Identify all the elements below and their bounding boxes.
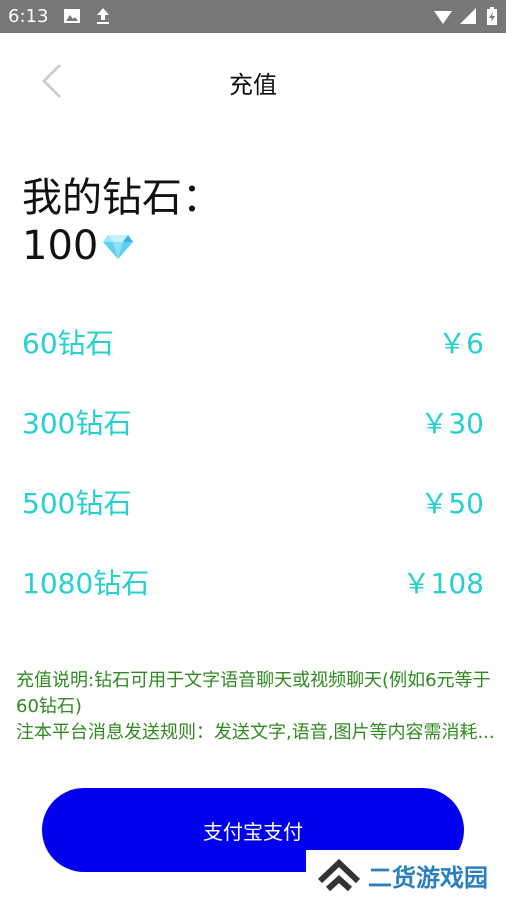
app-bar: 充值 [0, 33, 506, 133]
balance-label: 我的钻石： [22, 175, 222, 221]
package-label: 60钻石 [22, 327, 114, 360]
status-bar: 6:13 [0, 0, 506, 33]
package-option-1080[interactable]: 1080钻石 ￥108 [22, 557, 484, 607]
signal-icon [460, 8, 476, 24]
package-option-500[interactable]: 500钻石 ￥50 [22, 477, 484, 527]
upload-icon [97, 8, 109, 24]
package-price: ￥50 [420, 487, 484, 520]
diamond-icon [103, 235, 134, 259]
balance-display: 100 [22, 223, 134, 269]
wifi-icon [434, 11, 452, 24]
status-time: 6:13 [8, 6, 49, 27]
package-option-300[interactable]: 300钻石 ￥30 [22, 397, 484, 447]
package-price: ￥6 [438, 327, 484, 360]
notes-line-1: 充值说明:钻石可用于文字语音聊天或视频聊天(例如6元等于60钻石) [16, 670, 491, 717]
package-label: 1080钻石 [22, 567, 150, 600]
battery-icon [487, 7, 497, 25]
balance-count: 100 [22, 223, 99, 269]
page-title: 充值 [229, 71, 277, 99]
watermark: 二货游戏园 [306, 850, 506, 900]
image-icon [64, 9, 80, 23]
package-price: ￥30 [420, 407, 484, 440]
package-label: 300钻石 [22, 407, 132, 440]
recharge-notes: 充值说明:钻石可用于文字语音聊天或视频聊天(例如6元等于60钻石) 注本平台消息… [16, 668, 496, 760]
notes-line-2: 注本平台消息发送规则：发送文字,语音,图片等内容需消耗... [16, 722, 495, 743]
chevron-up-logo-icon [317, 858, 361, 892]
package-option-60[interactable]: 60钻石 ￥6 [22, 317, 484, 367]
pay-button-label: 支付宝支付 [203, 819, 303, 844]
package-price: ￥108 [402, 567, 484, 600]
package-label: 500钻石 [22, 487, 132, 520]
watermark-text: 二货游戏园 [368, 863, 488, 892]
